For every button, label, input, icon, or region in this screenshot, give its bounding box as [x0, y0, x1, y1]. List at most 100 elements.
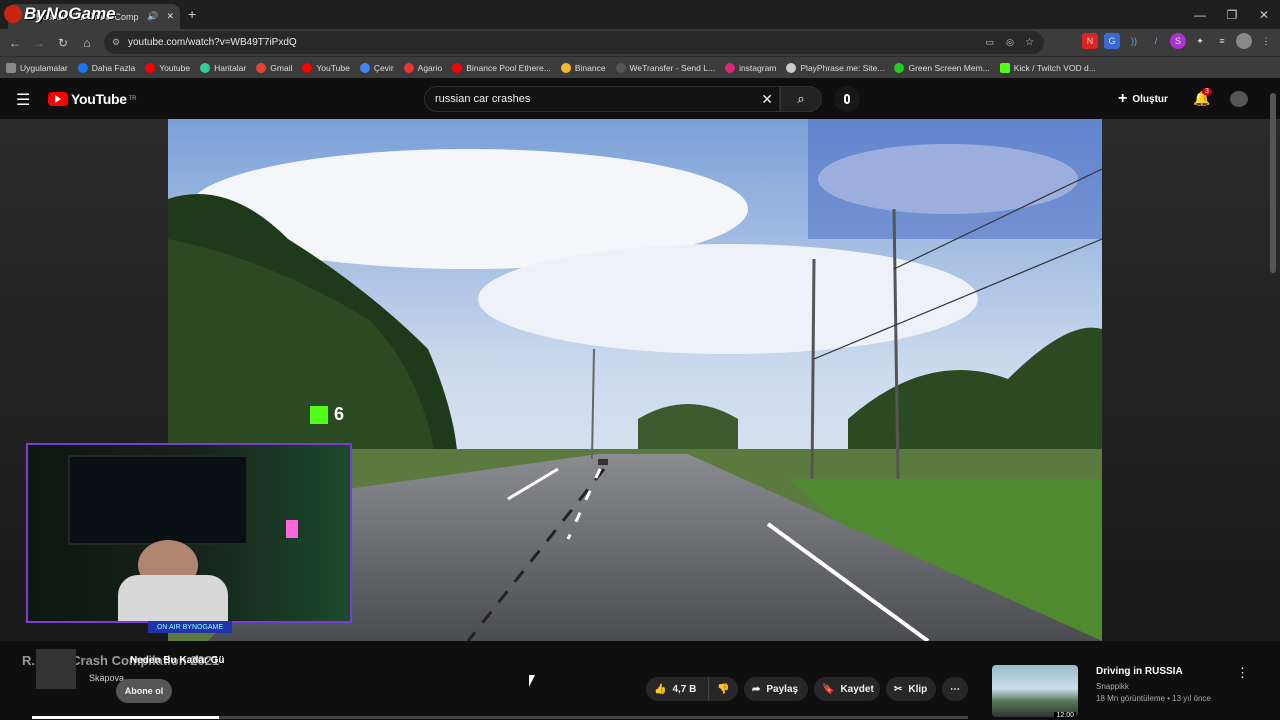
browser-toolbar: ← → ↻ ⌂ ⚙ youtube.com/watch?v=WB49T7iPxd… [0, 29, 1280, 56]
playphrase-icon [786, 62, 797, 73]
youtube-logo[interactable]: YouTube TR [48, 91, 136, 107]
webcam-pink-light [286, 520, 298, 538]
recommended-title[interactable]: Driving in RUSSIA [1096, 666, 1183, 677]
search-button[interactable]: ⌕ [780, 86, 822, 112]
facebook-icon [77, 62, 88, 73]
brand-overlay: ByNoGame [4, 4, 116, 24]
bookmark-item[interactable]: Haritalar [200, 62, 246, 73]
gmail-icon [256, 62, 267, 73]
translate-icon [359, 62, 370, 73]
voice-search-icon[interactable] [834, 86, 860, 112]
browser-menu-icon[interactable]: ⋮ [1258, 33, 1274, 49]
subscribe-button[interactable]: Abone ol [116, 679, 172, 703]
address-bar[interactable]: ⚙ youtube.com/watch?v=WB49T7iPxdQ ☆ ◎ ▭ [104, 31, 1044, 54]
recommended-meta: 18 Mn görüntüleme • 13 yıl önce [1096, 694, 1211, 703]
bookmark-item[interactable]: Daha Fazla [77, 62, 135, 73]
clip-button[interactable]: ✂ Klip [886, 677, 936, 701]
home-icon[interactable]: ⌂ [78, 34, 96, 52]
more-actions-icon[interactable]: ⋯ [942, 677, 968, 701]
scissors-icon: ✂ [894, 683, 903, 695]
create-button[interactable]: + Oluştur [1118, 89, 1168, 109]
scrollbar-thumb[interactable] [1270, 93, 1276, 273]
bookmark-item[interactable]: Uygulamalar [6, 62, 68, 73]
extension-purple-icon[interactable]: S [1170, 33, 1186, 49]
hamburger-menu-icon[interactable]: ☰ [16, 90, 30, 110]
bookmark-item[interactable]: Green Screen Mem... [894, 62, 990, 73]
recommended-thumbnail[interactable]: 12:00 [992, 665, 1078, 719]
thumbs-down-icon: 👎 [717, 683, 730, 695]
recommended-channel: Snappikk [1096, 682, 1129, 691]
search-input[interactable]: russian car crashes ✕ [424, 86, 780, 112]
maps-pin-icon [200, 62, 211, 73]
plus-icon: + [1118, 90, 1128, 107]
account-avatar[interactable] [1230, 91, 1248, 107]
extension-audio-icon[interactable]: )) [1126, 33, 1142, 49]
webcam-person-body [118, 575, 228, 621]
recommended-menu-icon[interactable]: ⋮ [1236, 665, 1249, 681]
bookmark-item[interactable]: YouTube [302, 62, 350, 73]
bookmark-icon: 🔖 [822, 683, 835, 695]
minimize-button[interactable]: — [1184, 0, 1216, 29]
reading-list-icon[interactable]: ≡ [1214, 33, 1230, 49]
bookmark-item[interactable]: PlayPhrase.me: Site... [786, 62, 884, 73]
binance-icon [560, 62, 571, 73]
bookmarks-bar: Uygulamalar Daha Fazla Youtube Haritalar… [0, 56, 1280, 78]
kick-follower-counter: 6 [310, 404, 344, 425]
wetransfer-icon [615, 62, 626, 73]
bookmark-item[interactable]: Binance Pool Ethere... [452, 62, 551, 73]
youtube-header: ☰ YouTube TR russian car crashes ✕ ⌕ + O… [0, 79, 1280, 119]
maximize-button[interactable]: ❐ [1216, 0, 1248, 29]
save-button[interactable]: 🔖 Kaydet [814, 677, 880, 701]
kick-logo-icon [310, 405, 328, 424]
youtube-play-icon [48, 92, 68, 106]
brand-logo-icon [4, 5, 22, 23]
chat-avatar [36, 649, 76, 689]
youtube-icon [145, 62, 156, 73]
clear-search-icon[interactable]: ✕ [761, 91, 773, 108]
extensions-puzzle-icon[interactable]: ✦ [1192, 33, 1208, 49]
like-button[interactable]: 👍 4,7 B [646, 677, 708, 701]
video-details: R... Car Crash Compilation 2021 Neden Bu… [0, 641, 1280, 720]
webcam-window [68, 455, 248, 545]
extension-translate-icon[interactable]: G [1104, 33, 1120, 49]
speaker-icon[interactable]: 🔊 [147, 11, 158, 22]
bookmark-item[interactable]: Çevir [359, 62, 394, 73]
progress-fill [32, 716, 220, 719]
webcam-overlay [26, 443, 352, 623]
hide-icon[interactable]: ◎ [1006, 37, 1014, 48]
kick-icon [999, 62, 1010, 73]
profile-avatar[interactable] [1236, 33, 1252, 49]
notification-badge: 3 [1202, 88, 1212, 95]
reload-icon[interactable]: ↻ [54, 34, 72, 52]
extension-pen-icon[interactable]: / [1148, 33, 1164, 49]
share-button[interactable]: ➦ Paylaş [744, 677, 808, 701]
brand-text: ByNoGame [24, 4, 116, 23]
extension-new-icon[interactable]: N [1082, 33, 1098, 49]
share-icon: ➦ [752, 683, 761, 695]
page-scrollbar[interactable] [1270, 85, 1278, 715]
forward-icon[interactable]: → [30, 34, 48, 52]
mouse-cursor-icon [529, 675, 535, 687]
bookmark-item[interactable]: Agario [403, 62, 442, 73]
bookmark-item[interactable]: Gmail [256, 62, 292, 73]
tab-close-icon[interactable]: ✕ [166, 11, 174, 22]
bookmark-item[interactable]: Youtube [145, 62, 190, 73]
chat-message: Neden Bu Kadar Gü [130, 655, 225, 666]
cast-icon[interactable]: ▭ [985, 37, 994, 48]
video-progress-bar[interactable] [32, 716, 968, 719]
youtube-icon [302, 62, 313, 73]
dislike-button[interactable]: 👎 [708, 677, 738, 701]
recommended-duration: 12:00 [1054, 712, 1076, 719]
new-tab-button[interactable]: + [188, 6, 196, 22]
url-text: youtube.com/watch?v=WB49T7iPxdQ [128, 37, 297, 48]
bookmark-item[interactable]: instagram [725, 62, 776, 73]
bookmark-item[interactable]: WeTransfer - Send L... [615, 62, 715, 73]
bookmark-item[interactable]: Binance [560, 62, 606, 73]
bookmark-star-icon[interactable]: ☆ [1025, 37, 1034, 48]
close-window-button[interactable]: ✕ [1248, 0, 1280, 29]
bookmark-item[interactable]: Kick / Twitch VOD d... [999, 62, 1096, 73]
greenscreen-icon [894, 62, 905, 73]
back-icon[interactable]: ← [6, 34, 24, 52]
site-info-icon[interactable]: ⚙ [112, 37, 120, 48]
thumbs-up-icon: 👍 [654, 683, 667, 695]
